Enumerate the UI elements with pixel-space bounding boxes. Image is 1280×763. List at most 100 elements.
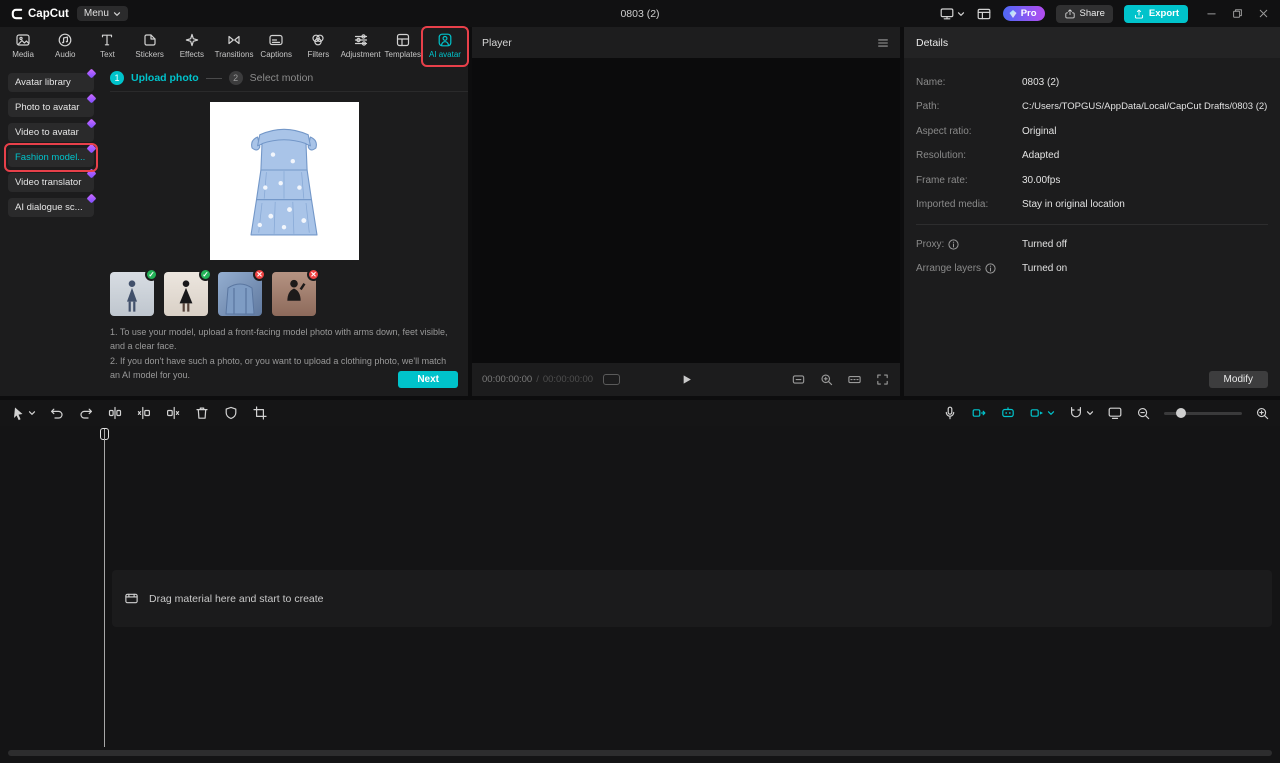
tab-adjustment[interactable]: Adjustment bbox=[340, 27, 382, 63]
gem-icon bbox=[1008, 9, 1018, 19]
redo-button[interactable] bbox=[78, 405, 94, 421]
sidebar-item-video-translator[interactable]: Video translator bbox=[8, 173, 94, 192]
timeline-area[interactable]: Drag material here and start to create bbox=[0, 426, 1280, 763]
example-thumb-clothing[interactable]: ✕ bbox=[218, 272, 262, 316]
minimize-button[interactable] bbox=[1205, 7, 1218, 20]
tab-filters[interactable]: Filters bbox=[297, 27, 339, 63]
delete-button[interactable] bbox=[194, 405, 210, 421]
sidebar-item-video-to-avatar[interactable]: Video to avatar bbox=[8, 123, 94, 142]
detail-label: Arrange layers bbox=[916, 263, 981, 274]
current-time: 00:00:00:00 bbox=[482, 374, 532, 385]
playhead-line bbox=[104, 429, 105, 747]
tab-transitions[interactable]: Transitions bbox=[213, 27, 255, 63]
record-voiceover-button[interactable] bbox=[942, 405, 958, 421]
ai-assistant-button[interactable] bbox=[1000, 405, 1016, 421]
example-thumb-model-3[interactable]: ✕ bbox=[272, 272, 316, 316]
total-time: 00:00:00:00 bbox=[543, 374, 593, 385]
capcut-window: CapCut Menu 0803 (2) Pro Share bbox=[0, 0, 1280, 763]
example-thumb-model-2[interactable]: ✓ bbox=[164, 272, 208, 316]
timeline-zoom-slider[interactable] bbox=[1164, 412, 1242, 415]
step-connector bbox=[206, 78, 222, 79]
delete-left-button[interactable] bbox=[136, 405, 152, 421]
detail-label: Resolution: bbox=[916, 150, 1022, 161]
split-button[interactable] bbox=[107, 405, 123, 421]
asset-tabs: Media Audio Text Stickers Effects bbox=[0, 27, 468, 63]
tab-captions[interactable]: Captions bbox=[255, 27, 297, 63]
ratio-button[interactable] bbox=[791, 372, 806, 387]
instruction-line-1: 1. To use your model, upload a front-fac… bbox=[110, 325, 458, 354]
time-separator: / bbox=[536, 374, 539, 385]
modify-button[interactable]: Modify bbox=[1209, 371, 1268, 388]
pro-label: Pro bbox=[1021, 8, 1037, 19]
sidebar-item-ai-dialogue[interactable]: AI dialogue sc... bbox=[8, 198, 94, 217]
sidebar-item-fashion-model[interactable]: Fashion model... bbox=[8, 148, 94, 167]
drag-hint-text: Drag material here and start to create bbox=[149, 593, 324, 605]
pro-badge[interactable]: Pro bbox=[1003, 6, 1045, 21]
player-controls: 00:00:00:00 / 00:00:00:00 bbox=[472, 363, 900, 396]
detail-label: Path: bbox=[916, 101, 1022, 112]
zoom-fit-button[interactable] bbox=[819, 372, 834, 387]
tab-stickers[interactable]: Stickers bbox=[129, 27, 171, 63]
media-icon bbox=[15, 32, 31, 48]
close-button[interactable] bbox=[1257, 7, 1270, 20]
example-thumbnails: ✓ ✓ ✕ bbox=[110, 272, 458, 316]
crop-button[interactable] bbox=[252, 405, 268, 421]
detail-row-imported-media: Imported media: Stay in original locatio… bbox=[916, 193, 1268, 218]
play-button[interactable] bbox=[679, 372, 694, 387]
video-preview-area bbox=[472, 58, 900, 363]
tab-templates[interactable]: Templates bbox=[382, 27, 424, 63]
player-panel: Player 00:00:00:00 / 00:00:00:00 bbox=[472, 27, 900, 396]
detail-value: Turned on bbox=[1022, 263, 1067, 274]
example-thumb-model-1[interactable]: ✓ bbox=[110, 272, 154, 316]
tab-ai-avatar[interactable]: AI avatar bbox=[424, 27, 466, 63]
export-icon bbox=[1133, 8, 1145, 20]
player-menu-icon[interactable] bbox=[876, 36, 890, 50]
main-track-dropzone[interactable]: Drag material here and start to create bbox=[112, 570, 1272, 627]
undo-button[interactable] bbox=[49, 405, 65, 421]
magnetic-timeline-button[interactable] bbox=[1068, 405, 1094, 421]
tab-media[interactable]: Media bbox=[2, 27, 44, 63]
cross-badge-icon: ✕ bbox=[307, 268, 320, 281]
audio-icon bbox=[57, 32, 73, 48]
workspace-layout-button[interactable] bbox=[939, 6, 965, 22]
detail-row-aspect-ratio: Aspect ratio: Original bbox=[916, 119, 1268, 144]
select-tool-button[interactable] bbox=[10, 405, 36, 421]
tab-text[interactable]: Text bbox=[86, 27, 128, 63]
sidebar-item-avatar-library[interactable]: Avatar library bbox=[8, 73, 94, 92]
next-button[interactable]: Next bbox=[398, 371, 458, 388]
detail-value: 30.00fps bbox=[1022, 175, 1060, 186]
tab-effects[interactable]: Effects bbox=[171, 27, 213, 63]
detail-label: Name: bbox=[916, 77, 1022, 88]
divider bbox=[916, 224, 1268, 225]
adjustment-icon bbox=[353, 32, 369, 48]
app-name: CapCut bbox=[28, 8, 69, 20]
export-button[interactable]: Export bbox=[1124, 5, 1188, 23]
sidebar-item-photo-to-avatar[interactable]: Photo to avatar bbox=[8, 98, 94, 117]
horizontal-scrollbar[interactable] bbox=[8, 750, 1272, 756]
detail-value: Turned off bbox=[1022, 239, 1067, 250]
detail-value: Adapted bbox=[1022, 150, 1059, 161]
delete-right-button[interactable] bbox=[165, 405, 181, 421]
share-button[interactable]: Share bbox=[1056, 5, 1113, 23]
mask-button[interactable] bbox=[223, 405, 239, 421]
detail-label: Aspect ratio: bbox=[916, 126, 1022, 137]
info-icon[interactable] bbox=[985, 263, 996, 274]
auto-attach-button[interactable] bbox=[1029, 405, 1055, 421]
tab-label: Effects bbox=[180, 50, 204, 59]
effects-icon bbox=[184, 32, 200, 48]
screen-display-button[interactable] bbox=[1107, 405, 1123, 421]
zoom-in-button[interactable] bbox=[1255, 406, 1270, 421]
panel-toggle-button[interactable] bbox=[976, 6, 992, 22]
detail-value: C:/Users/TOPGUS/AppData/Local/CapCut Dra… bbox=[1022, 101, 1267, 112]
fullscreen-button[interactable] bbox=[875, 372, 890, 387]
letterbox-button[interactable] bbox=[847, 372, 862, 387]
preview-axis-button[interactable] bbox=[971, 405, 987, 421]
menu-button[interactable]: Menu bbox=[77, 6, 128, 21]
tab-label: Media bbox=[12, 50, 34, 59]
zoom-out-button[interactable] bbox=[1136, 406, 1151, 421]
info-icon[interactable] bbox=[948, 239, 959, 250]
tab-audio[interactable]: Audio bbox=[44, 27, 86, 63]
zoom-slider-knob[interactable] bbox=[1176, 408, 1186, 418]
player-option-icon[interactable] bbox=[603, 374, 620, 385]
restore-button[interactable] bbox=[1231, 7, 1244, 20]
